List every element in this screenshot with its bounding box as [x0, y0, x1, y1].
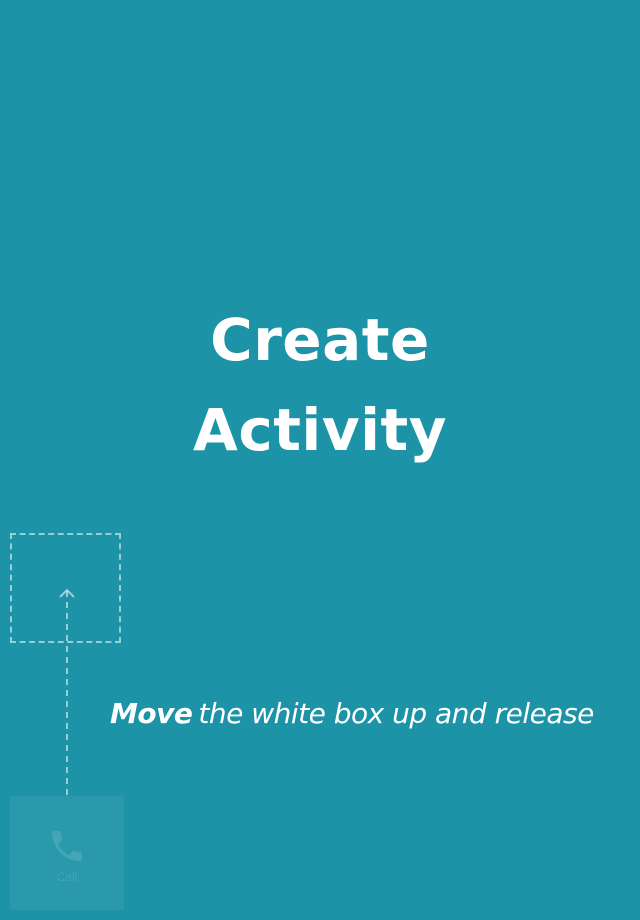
title-line-2: Activity	[192, 396, 448, 464]
page-title: Create Activity	[0, 295, 640, 475]
instruction-body: the white box up and release	[198, 697, 594, 730]
phone-icon	[52, 831, 82, 861]
title-line-1: Create	[210, 306, 430, 374]
draggable-call-box[interactable]: Call	[10, 796, 124, 910]
up-arrow-guide-icon	[59, 588, 75, 799]
instruction-emphasis: Move	[110, 697, 193, 730]
drag-box-label: Call	[56, 870, 78, 884]
instruction-text: Move the white box up and release	[110, 692, 630, 736]
